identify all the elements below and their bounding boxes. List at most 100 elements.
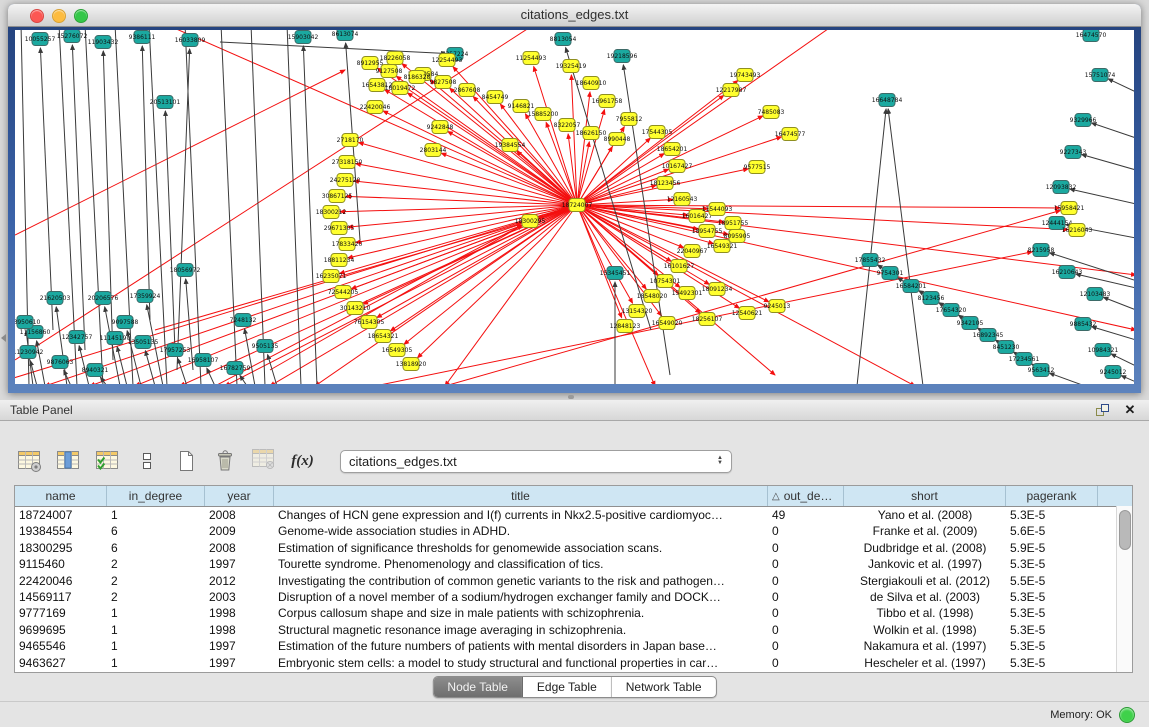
graph-edge[interactable] [577, 205, 1134, 275]
tab-network-table[interactable]: Network Table [612, 677, 716, 697]
cell-out-de-[interactable]: 49 [768, 507, 844, 523]
cell-pagerank[interactable]: 5.3E-5 [1006, 622, 1098, 638]
graph-edge[interactable] [15, 70, 345, 235]
table-row[interactable]: 2242004622012Investigating the contribut… [15, 573, 1132, 589]
graph-edge[interactable] [1103, 297, 1134, 310]
graph-edge[interactable] [346, 196, 577, 205]
cell-out-de-[interactable]: 0 [768, 523, 844, 539]
cell-in-degree[interactable]: 1 [107, 622, 205, 638]
function-icon[interactable]: f(x) [289, 448, 316, 474]
cell-out-de-[interactable]: 0 [768, 605, 844, 621]
cell-pagerank[interactable]: 5.3E-5 [1006, 507, 1098, 523]
graph-edge[interactable] [165, 111, 175, 350]
cell-in-degree[interactable]: 6 [107, 540, 205, 556]
cell-title[interactable]: Disruption of a novel member of a sodium… [274, 589, 768, 605]
graph-edge[interactable] [857, 109, 886, 384]
table-row[interactable]: 969969511998Structural magnetic resonanc… [15, 622, 1132, 638]
cell-year[interactable]: 1997 [205, 655, 274, 671]
select-rows-icon[interactable] [94, 448, 121, 474]
column-header-short[interactable]: short [844, 486, 1006, 506]
cell-name[interactable]: 9463627 [15, 655, 107, 671]
cell-pagerank[interactable]: 5.9E-5 [1006, 540, 1098, 556]
cell-title[interactable]: Embryonic stem cells: a model to study s… [274, 655, 768, 671]
column-header-year[interactable]: year [205, 486, 274, 506]
column-edit-icon[interactable] [55, 448, 82, 474]
cell-pagerank[interactable]: 5.3E-5 [1006, 589, 1098, 605]
vertical-scrollbar[interactable] [1116, 506, 1132, 672]
cell-in-degree[interactable]: 2 [107, 573, 205, 589]
cell-out-de-[interactable]: 0 [768, 540, 844, 556]
table-row[interactable]: 1456911722003Disruption of a novel membe… [15, 589, 1132, 605]
cell-in-degree[interactable]: 2 [107, 556, 205, 572]
column-header-out-de-[interactable]: △out_de… [768, 486, 844, 506]
cell-pagerank[interactable]: 5.3E-5 [1006, 605, 1098, 621]
cell-year[interactable]: 2008 [205, 507, 274, 523]
graph-edge[interactable] [185, 30, 201, 384]
memory-indicator[interactable] [1119, 707, 1135, 723]
delete-icon[interactable] [211, 448, 238, 474]
table-row[interactable]: 977716911998Corpus callosum shape and si… [15, 605, 1132, 621]
cell-short[interactable]: Dudbridge et al. (2008) [844, 540, 1006, 556]
table-row[interactable]: 1872400712008Changes of HCN gene express… [15, 507, 1132, 523]
cell-short[interactable]: Nakamura et al. (1997) [844, 638, 1006, 654]
cell-name[interactable]: 9777169 [15, 605, 107, 621]
cell-short[interactable]: Jankovic et al. (1997) [844, 556, 1006, 572]
graph-edge[interactable] [220, 42, 446, 54]
scrollbar-thumb[interactable] [1119, 510, 1131, 550]
graph-edge[interactable] [1070, 189, 1134, 204]
cell-short[interactable]: Tibbo et al. (1998) [844, 605, 1006, 621]
cell-title[interactable]: Corpus callosum shape and size in male p… [274, 605, 768, 621]
cell-out-de-[interactable]: 0 [768, 589, 844, 605]
split-pane-grip[interactable] [568, 395, 574, 399]
cell-name[interactable]: 18300295 [15, 540, 107, 556]
cell-name[interactable]: 9699695 [15, 622, 107, 638]
graph-edge[interactable] [72, 45, 85, 350]
cell-short[interactable]: Stergiakouli et al. (2012) [844, 573, 1006, 589]
cell-title[interactable]: Tourette syndrome. Phenomenology and cla… [274, 556, 768, 572]
cell-title[interactable]: Investigating the contribution of common… [274, 573, 768, 589]
cell-name[interactable]: 9465546 [15, 638, 107, 654]
cell-pagerank[interactable]: 5.3E-5 [1006, 638, 1098, 654]
cell-short[interactable]: Wolkin et al. (1998) [844, 622, 1006, 638]
cell-pagerank[interactable]: 5.5E-5 [1006, 573, 1098, 589]
cell-short[interactable]: de Silva et al. (2003) [844, 589, 1006, 605]
column-header-pagerank[interactable]: pagerank [1006, 486, 1098, 506]
column-header-in-degree[interactable]: in_degree [107, 486, 205, 506]
graph-edge[interactable] [517, 151, 577, 205]
cell-in-degree[interactable]: 1 [107, 605, 205, 621]
graph-edge[interactable] [577, 169, 669, 205]
cell-title[interactable]: Structural magnetic resonance image aver… [274, 622, 768, 638]
cell-in-degree[interactable]: 6 [107, 523, 205, 539]
cell-out-de-[interactable]: 0 [768, 655, 844, 671]
cell-title[interactable]: Genome-wide association studies in ADHD. [274, 523, 768, 539]
table-row[interactable]: 946554611997Estimation of the future num… [15, 638, 1132, 654]
cell-short[interactable]: Yano et al. (2008) [844, 507, 1006, 523]
cell-in-degree[interactable]: 1 [107, 507, 205, 523]
window-titlebar[interactable]: citations_edges.txt [8, 4, 1141, 27]
graph-edge[interactable] [1092, 123, 1134, 138]
close-icon[interactable]: ✕ [1121, 402, 1139, 418]
graph-edge[interactable] [251, 30, 265, 384]
cell-year[interactable]: 2003 [205, 589, 274, 605]
graph-edge[interactable] [115, 30, 133, 384]
row-height-icon[interactable] [133, 448, 160, 474]
cell-year[interactable]: 1997 [205, 638, 274, 654]
graph-edge[interactable] [15, 30, 535, 360]
cell-out-de-[interactable]: 0 [768, 638, 844, 654]
graph-edge[interactable] [56, 307, 67, 384]
cell-year[interactable]: 2009 [205, 523, 274, 539]
cell-name[interactable]: 9115460 [15, 556, 107, 572]
graph-edge[interactable] [1108, 79, 1134, 92]
column-header-title[interactable]: title [274, 486, 768, 506]
cell-title[interactable]: Estimation of significance thresholds fo… [274, 540, 768, 556]
graph-edge[interactable] [37, 341, 45, 384]
graph-edge[interactable] [85, 30, 103, 384]
cell-title[interactable]: Estimation of the future numbers of pati… [274, 638, 768, 654]
cell-name[interactable]: 19384554 [15, 523, 107, 539]
graph-edge[interactable] [348, 205, 577, 258]
table-row[interactable]: 1938455462009Genome-wide association stu… [15, 523, 1132, 539]
cell-year[interactable]: 2012 [205, 573, 274, 589]
cell-title[interactable]: Changes of HCN gene expression and I(f) … [274, 507, 768, 523]
graph-edge[interactable] [888, 109, 923, 384]
cell-name[interactable]: 14569117 [15, 589, 107, 605]
